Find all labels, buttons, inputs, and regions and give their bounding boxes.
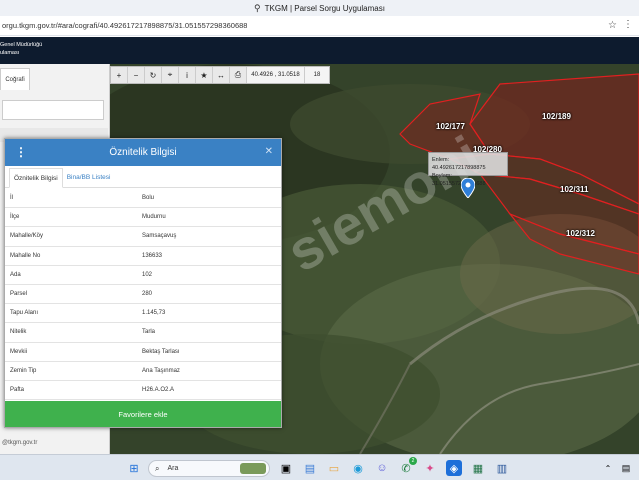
location-pin-icon: ⚲ [254, 2, 261, 13]
page-header: Genel Müdürlüğü ulaması [0, 37, 639, 64]
start-menu-icon[interactable]: ⊞ [126, 460, 142, 476]
tab-oznitelik-bilgisi[interactable]: Öznitelik Bilgisi [9, 168, 63, 188]
parcel-label-102-189: 102/189 [542, 112, 571, 121]
row-value: Tarla [142, 329, 156, 336]
map-marker-icon[interactable] [461, 178, 475, 198]
teams-icon[interactable]: ▤ [302, 460, 318, 476]
active-app-icon[interactable]: ◈ [446, 460, 462, 476]
row-value: 280 [142, 291, 153, 298]
row-key: Zemin Tip [10, 367, 37, 374]
sidebar-footer[interactable]: @tkgm.gov.tr [2, 440, 37, 446]
tab-bina-bb-listesi[interactable]: Bina/BB Listesi [63, 167, 115, 187]
table-row: Tapu Alanı 1.145,73 [5, 304, 281, 324]
network-icon[interactable]: ▤ [618, 460, 634, 476]
attribute-info-dialog: ⋮ Öznitelik Bilgisi ✕ Öznitelik Bilgisi … [4, 138, 282, 428]
sidebar-input-box[interactable] [2, 100, 104, 120]
table-row: Nitelik Tarla [5, 323, 281, 343]
row-key: Pafta [10, 386, 25, 393]
browser-title-bar: ⚲ TKGM | Parsel Sorgu Uygulaması [0, 0, 639, 16]
row-value: H26.A.O2.A [142, 386, 175, 393]
locate-icon[interactable]: ⌖ [162, 67, 179, 83]
header-org-line2: ulaması [0, 50, 20, 56]
zoom-in-icon[interactable]: + [111, 67, 128, 83]
word-icon[interactable]: ▥ [494, 460, 510, 476]
address-bar[interactable]: orgu.tkgm.gov.tr/#ara/cografi/40.4926172… [0, 16, 639, 36]
dialog-header: ⋮ Öznitelik Bilgisi ✕ [5, 139, 281, 166]
row-value: Samsaçavuş [142, 233, 177, 240]
dialog-tabs: Öznitelik Bilgisi Bina/BB Listesi [5, 166, 281, 188]
whatsapp-icon[interactable]: ✆ 2 [398, 457, 417, 476]
measure-icon[interactable]: ↔ [213, 67, 230, 83]
attribute-table: İl Bolu İlçe Mudurnu Mahalle/Köy Samsaçavuş… [5, 189, 281, 401]
parcel-label-102-311: 102/311 [560, 185, 589, 194]
table-row: Mevkii Bektaş Tarlası [5, 343, 281, 362]
row-key: Mevkii [10, 348, 28, 355]
taskbar: ⊞ ⌕ Ara ▣ ▤ ▭ ◉ ☺ ✆ 2 ✦ ◈ ▦ ▥ ⌃ ▤ [0, 454, 639, 480]
coordinate-popup: Enlem: 40.492617217898875 Boylam: 31.051… [428, 152, 508, 187]
table-row: Ada 102 [5, 266, 281, 285]
zoom-out-icon[interactable]: − [128, 67, 145, 83]
row-value: Ana Taşınmaz [142, 367, 180, 374]
screen: ⚲ TKGM | Parsel Sorgu Uygulaması orgu.tk… [0, 0, 639, 480]
row-key: Mahalle No [10, 252, 41, 259]
taskbar-search[interactable]: ⌕ Ara [148, 460, 270, 477]
refresh-icon[interactable]: ↻ [145, 67, 162, 83]
notification-badge: 2 [409, 457, 417, 465]
row-key: Tapu Alanı [10, 310, 39, 317]
row-value: Mudurnu [142, 214, 166, 221]
task-view-icon[interactable]: ▣ [278, 460, 294, 476]
row-value: 136633 [142, 252, 163, 259]
row-value: 1.145,73 [142, 310, 166, 317]
parcel-label-102-312: 102/312 [566, 229, 595, 238]
tab-cografi[interactable]: Coğrafi [0, 68, 30, 90]
row-value: Bolu [142, 195, 155, 202]
copilot-icon[interactable]: ✦ [422, 460, 438, 476]
search-highlight-image [240, 463, 266, 474]
excel-icon[interactable]: ▦ [470, 460, 486, 476]
dialog-menu-icon[interactable]: ⋮ [15, 145, 27, 159]
row-value: Bektaş Tarlası [142, 348, 180, 355]
row-key: Nitelik [10, 329, 27, 336]
table-row: Parsel 280 [5, 285, 281, 305]
edge-browser-icon[interactable]: ◉ [350, 460, 366, 476]
search-label: Ara [167, 465, 179, 472]
file-explorer-icon[interactable]: ▭ [326, 460, 342, 476]
chevron-up-icon[interactable]: ⌃ [600, 460, 616, 476]
browser-menu-icon[interactable]: ⋮ [623, 19, 633, 30]
popup-latitude: Enlem: 40.492617217898875 [432, 157, 486, 171]
table-row: İl Bolu [5, 189, 281, 209]
coordinate-readout: 40.4926 , 31.0518 [247, 67, 305, 83]
table-row: Zemin Tip Ana Taşınmaz [5, 362, 281, 381]
table-row: Mahalle/Köy Samsaçavuş [5, 227, 281, 247]
browser-title: TKGM | Parsel Sorgu Uygulaması [264, 3, 385, 13]
parcel-label-102-177: 102/177 [436, 122, 465, 131]
row-key: Parsel [10, 291, 28, 298]
row-key: İlçe [10, 214, 20, 221]
teams-chat-icon[interactable]: ☺ [374, 460, 390, 476]
table-row: Pafta H26.A.O2.A [5, 381, 281, 401]
header-org-line1: Genel Müdürlüğü [0, 42, 43, 48]
row-key: İl [10, 195, 13, 202]
zoom-level: 18 [305, 67, 329, 83]
favorite-star-icon[interactable]: ★ [196, 67, 213, 83]
bookmark-star-icon[interactable]: ☆ [608, 20, 617, 31]
table-row: Mahalle No 136633 [5, 247, 281, 266]
search-icon: ⌕ [155, 463, 160, 473]
map-toolbar: + − ↻ ⌖ i ★ ↔ ⎙ 40.4926 , 31.0518 18 [110, 66, 330, 84]
dialog-title: Öznitelik Bilgisi [109, 147, 177, 158]
row-key: Ada [10, 271, 21, 278]
close-icon[interactable]: ✕ [265, 146, 273, 157]
print-icon[interactable]: ⎙ [230, 67, 247, 83]
url-text[interactable]: orgu.tkgm.gov.tr/#ara/cografi/40.4926172… [0, 21, 247, 30]
row-value: 102 [142, 271, 153, 278]
add-to-favorites-button[interactable]: Favorilere ekle [5, 401, 281, 427]
info-icon[interactable]: i [179, 67, 196, 83]
table-row: İlçe Mudurnu [5, 208, 281, 228]
row-key: Mahalle/Köy [10, 233, 44, 240]
